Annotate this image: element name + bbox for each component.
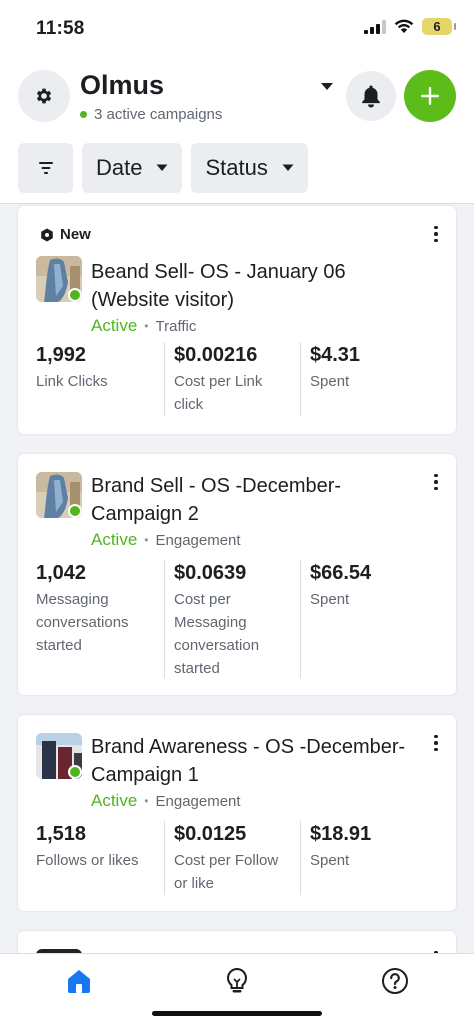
- date-filter-dropdown[interactable]: Date: [82, 143, 183, 193]
- metric-spent: $4.31 Spent: [300, 342, 442, 416]
- campaign-title[interactable]: Brand Awareness - OS -December- Campaign…: [91, 733, 416, 789]
- filter-bar: Date Status: [18, 143, 456, 193]
- metric-label: Cost per Link click: [174, 373, 263, 413]
- metric-value: $18.91: [310, 823, 372, 845]
- status-bar: 11:58 6: [0, 0, 474, 54]
- separator-dot: •: [144, 319, 149, 333]
- campaign-card[interactable]: New Beand Sell- OS - January 06 (Website…: [18, 206, 456, 434]
- campaign-metrics: 1,518 Follows or likes $0.0125 Cost per …: [36, 821, 442, 895]
- gear-icon: [36, 88, 52, 104]
- metric-value: $0.0639: [174, 562, 247, 584]
- help-icon: [382, 968, 408, 994]
- new-badge-label: New: [60, 226, 91, 243]
- chevron-down-icon: [156, 164, 168, 171]
- lightbulb-icon: [227, 967, 247, 993]
- status-time: 11:58: [36, 18, 85, 39]
- bell-icon: [362, 85, 380, 108]
- metric-value: 1,992: [36, 344, 87, 366]
- date-filter-label: Date: [96, 155, 143, 180]
- status-icons: 6: [364, 18, 456, 35]
- metric-results: 1,042 Messaging conversations started: [36, 560, 164, 678]
- campaign-objective: Traffic: [155, 317, 197, 335]
- campaign-status-row: Active • Traffic: [91, 316, 196, 336]
- metric-value: $4.31: [310, 344, 361, 366]
- campaign-objective: Engagement: [155, 531, 241, 549]
- campaign-card[interactable]: Brand Awareness - OS -December- Campaign…: [18, 715, 456, 911]
- active-dot: [80, 111, 87, 118]
- create-campaign-button[interactable]: [404, 70, 456, 122]
- plus-icon: [421, 87, 439, 105]
- settings-button[interactable]: [18, 70, 70, 122]
- new-badge: New: [40, 226, 91, 243]
- metric-label: Link Clicks: [36, 373, 108, 390]
- campaign-status-row: Active • Engagement: [91, 791, 241, 811]
- metric-cost-per-result: $0.0639 Cost per Messaging conversation …: [164, 560, 300, 678]
- metric-value: 1,518: [36, 823, 87, 845]
- account-name[interactable]: Olmus: [80, 70, 164, 101]
- metric-label: Cost per Messaging conversation started: [174, 591, 260, 677]
- campaign-metrics: 1,042 Messaging conversations started $0…: [36, 560, 442, 678]
- tab-home[interactable]: [64, 966, 94, 996]
- metric-label: Cost per Follow or like: [174, 852, 279, 892]
- hexagon-icon: [41, 228, 53, 241]
- campaign-list[interactable]: New Beand Sell- OS - January 06 (Website…: [0, 204, 474, 953]
- notifications-button[interactable]: [346, 71, 396, 121]
- campaign-status: Active: [91, 530, 138, 549]
- tab-insights[interactable]: [222, 966, 252, 996]
- metric-results: 1,992 Link Clicks: [36, 342, 164, 416]
- campaign-status: Active: [91, 316, 138, 335]
- account-header: Olmus 3 active campaigns: [18, 68, 456, 124]
- battery-indicator: 6: [422, 18, 456, 35]
- status-filter-label: Status: [205, 155, 268, 180]
- filter-button[interactable]: [18, 143, 73, 193]
- more-options-button[interactable]: [426, 472, 446, 492]
- tab-help[interactable]: [380, 966, 410, 996]
- active-campaigns-text: 3 active campaigns: [94, 106, 223, 123]
- metric-label: Spent: [310, 852, 350, 869]
- campaign-status-row: Active • Engagement: [91, 530, 241, 550]
- metric-label: Spent: [310, 591, 350, 608]
- active-campaigns-summary: 3 active campaigns: [80, 106, 222, 123]
- campaign-metrics: 1,992 Link Clicks $0.00216 Cost per Link…: [36, 342, 442, 416]
- metric-value: 1,042: [36, 562, 87, 584]
- more-options-button[interactable]: [426, 224, 446, 244]
- campaign-title[interactable]: Brand Sell - OS -December-Campaign 2: [91, 472, 416, 528]
- more-options-button[interactable]: [426, 733, 446, 753]
- signal-icon: [364, 19, 386, 34]
- metric-label: Messaging conversations started: [36, 591, 129, 654]
- metric-spent: $18.91 Spent: [300, 821, 442, 895]
- home-indicator: [152, 1011, 322, 1016]
- bottom-tab-bar: [0, 953, 474, 1025]
- home-icon: [68, 970, 90, 993]
- campaign-card[interactable]: [18, 931, 456, 953]
- wifi-icon: [394, 19, 414, 33]
- separator-dot: •: [144, 794, 149, 808]
- metric-label: Spent: [310, 373, 350, 390]
- account-dropdown-icon[interactable]: [320, 82, 334, 92]
- filter-icon: [38, 162, 53, 174]
- separator-dot: •: [144, 533, 149, 547]
- campaign-objective: Engagement: [155, 792, 241, 810]
- status-filter-dropdown[interactable]: Status: [191, 143, 308, 193]
- campaign-title[interactable]: Beand Sell- OS - January 06 (Website vis…: [91, 258, 416, 314]
- metric-value: $0.00216: [174, 344, 258, 366]
- campaign-card[interactable]: Brand Sell - OS -December-Campaign 2 Act…: [18, 454, 456, 695]
- metric-value: $0.0125: [174, 823, 247, 845]
- metric-value: $66.54: [310, 562, 372, 584]
- active-status-dot: [68, 288, 82, 302]
- metric-spent: $66.54 Spent: [300, 560, 442, 678]
- active-status-dot: [68, 765, 82, 779]
- metric-label: Follows or likes: [36, 852, 139, 869]
- metric-results: 1,518 Follows or likes: [36, 821, 164, 895]
- chevron-down-icon: [282, 164, 294, 171]
- campaign-status: Active: [91, 791, 138, 810]
- metric-cost-per-result: $0.00216 Cost per Link click: [164, 342, 300, 416]
- active-status-dot: [68, 504, 82, 518]
- metric-cost-per-result: $0.0125 Cost per Follow or like: [164, 821, 300, 895]
